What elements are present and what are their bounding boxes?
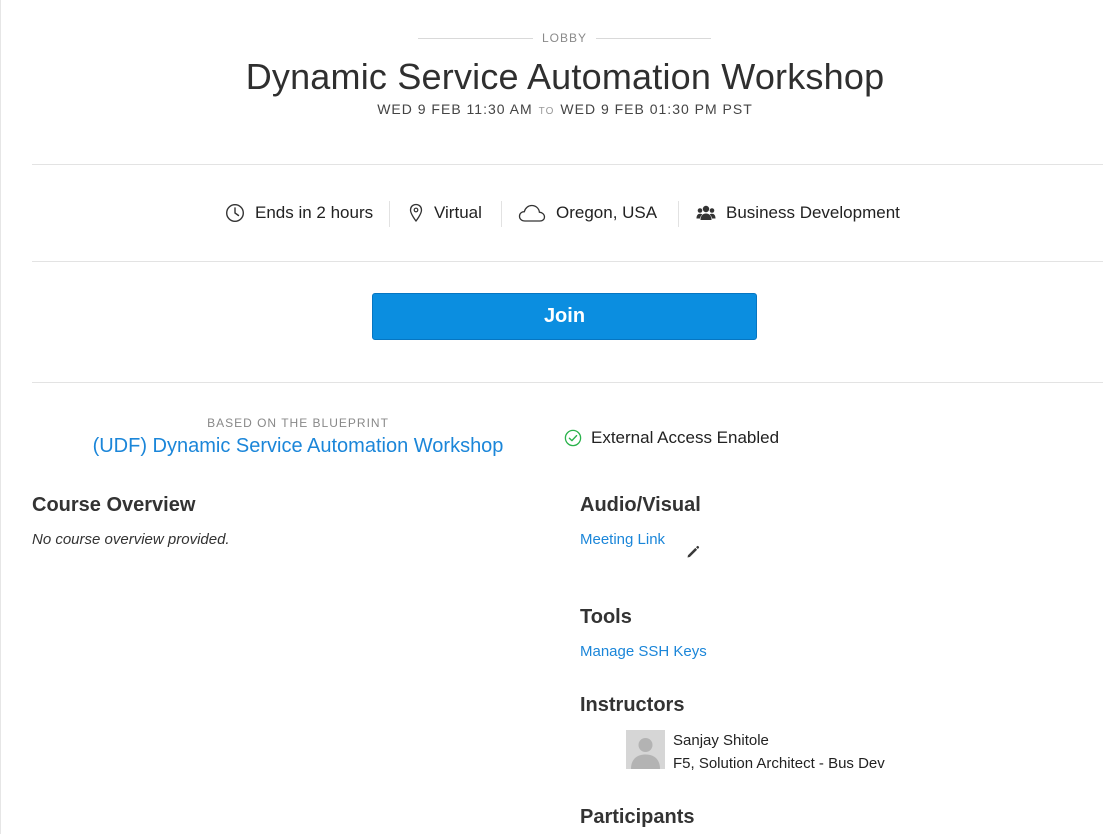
external-access-status: External Access Enabled [564, 428, 779, 448]
participants-title: Participants [580, 806, 695, 828]
event-title: Dynamic Service Automation Workshop [245, 56, 885, 97]
event-dates: WED 9 FEB 11:30 AM TO WED 9 FEB 01:30 PM P… [0, 101, 1103, 117]
pencil-icon[interactable] [686, 545, 700, 559]
instructor-role: F5, Solution Architect - Bus Dev [673, 755, 885, 772]
meeting-link[interactable]: Meeting Link [580, 531, 665, 548]
location-type-text: Virtual [434, 203, 482, 222]
manage-ssh-keys-link[interactable]: Manage SSH Keys [580, 643, 707, 660]
divider [32, 261, 1103, 262]
tools-title: Tools [580, 606, 632, 628]
users-icon [696, 205, 716, 220]
lobby-heading: LOBBY [418, 31, 711, 45]
department: Business Development [696, 198, 900, 228]
divider-right [596, 38, 711, 39]
audio-visual-title: Audio/Visual [580, 494, 701, 516]
clock-icon [225, 203, 245, 223]
check-circle-icon [564, 429, 582, 447]
separator [678, 201, 679, 227]
instructor-name: Sanjay Shitole [673, 732, 769, 749]
course-overview-title: Course Overview [32, 494, 196, 516]
blueprint-label: BASED ON THE BLUEPRINT [207, 416, 389, 430]
instructors-title: Instructors [580, 694, 685, 716]
time-remaining-text: Ends in 2 hours [255, 203, 374, 222]
external-access-text: External Access Enabled [591, 428, 780, 447]
event-info-bar: Ends in 2 hours Virtual Oregon, USA Busi… [0, 198, 1103, 228]
instructor-item: Sanjay Shitole F5, Solution Architect - … [626, 729, 926, 775]
separator [389, 201, 390, 227]
course-overview-text: No course overview provided. [32, 531, 230, 548]
cloud-icon [518, 204, 546, 222]
map-pin-icon [409, 203, 423, 223]
time-remaining: Ends in 2 hours [225, 198, 373, 228]
start-datetime: WED 9 FEB 11:30 AM [377, 101, 533, 117]
avatar [626, 730, 665, 769]
divider [32, 164, 1103, 165]
separator [501, 201, 502, 227]
left-border [0, 0, 1, 834]
divider [32, 382, 1103, 383]
region: Oregon, USA [518, 198, 657, 228]
blueprint-link[interactable]: (UDF) Dynamic Service Automation Worksho… [70, 435, 526, 458]
location-type: Virtual [408, 198, 482, 228]
department-text: Business Development [726, 203, 900, 222]
end-datetime: WED 9 FEB 01:30 PM PST [560, 101, 753, 117]
join-button[interactable]: Join [372, 293, 757, 340]
person-icon [626, 730, 665, 769]
to-label: TO [538, 106, 555, 117]
region-text: Oregon, USA [556, 203, 658, 222]
